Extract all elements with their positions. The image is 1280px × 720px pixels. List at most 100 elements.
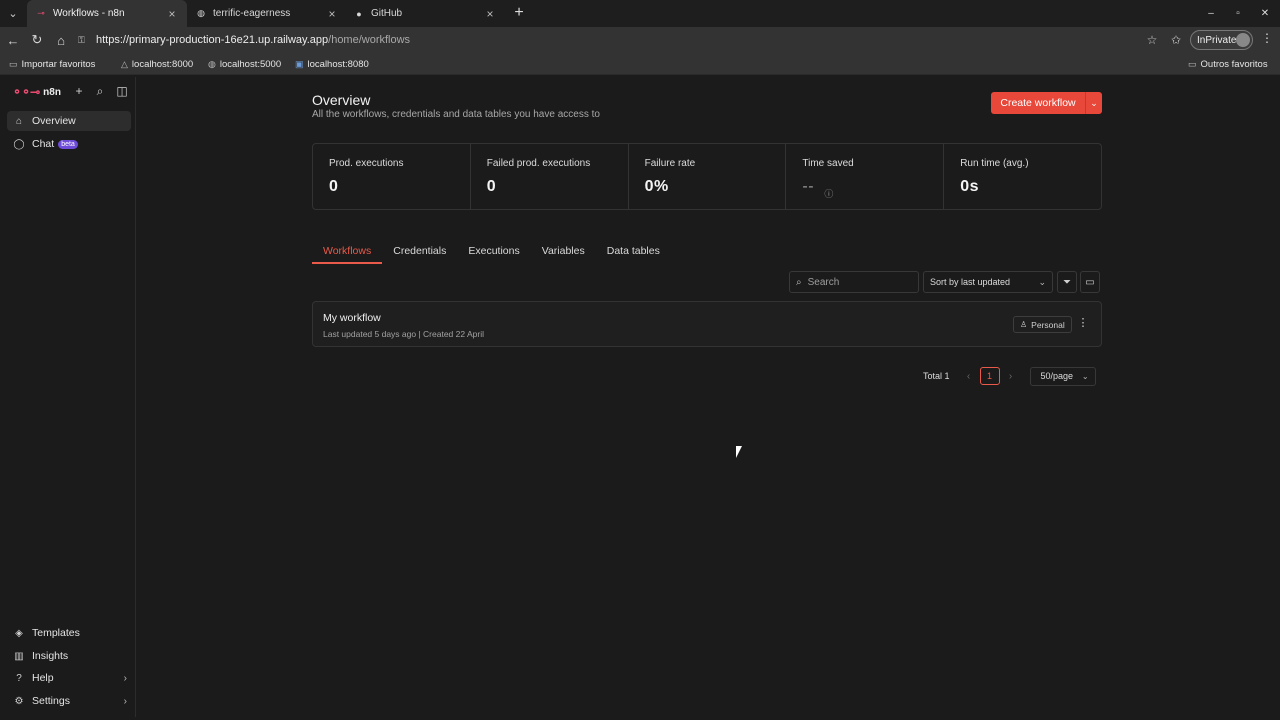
github-favicon-icon: ● [356, 8, 362, 19]
close-tab-icon[interactable]: × [483, 7, 497, 21]
chevron-right-icon[interactable]: › [1004, 371, 1018, 382]
workflow-meta: Last updated 5 days ago | Created 22 Apr… [323, 329, 484, 339]
sidebar-item-help[interactable]: ? Help › [7, 668, 131, 688]
page-subtitle: All the workflows, credentials and data … [312, 109, 600, 120]
bookmarks-bar: ▭ Importar favoritos △ localhost:8000 ◍ loc… [0, 53, 1280, 75]
sidebar-item-overview[interactable]: ⌂ Overview [7, 111, 131, 131]
bookmark-localhost-8080[interactable]: ▣ localhost:8080 [295, 57, 369, 71]
stat-label: Time saved [802, 158, 854, 169]
search-icon[interactable]: ⌕ [92, 83, 108, 99]
create-workflow-button[interactable]: Create workflow ⌄ [991, 92, 1102, 114]
overview-tabs: Workflows Credentials Executions Variabl… [312, 240, 671, 264]
workflow-card[interactable]: My workflow Last updated 5 days ago | Cr… [312, 301, 1102, 347]
folder-plus-icon: ▭ [1085, 276, 1095, 288]
inprivate-label: InPrivate [1197, 34, 1237, 46]
maximize-icon[interactable]: ▫ [1228, 4, 1248, 22]
sort-label: Sort by last updated [930, 277, 1011, 287]
gear-icon: ⚙ [14, 695, 24, 707]
user-icon: ♙ [1020, 320, 1028, 329]
tab-executions[interactable]: Executions [457, 240, 530, 264]
search-input[interactable]: ⌕ Search [789, 271, 919, 293]
tab-data-tables[interactable]: Data tables [596, 240, 671, 264]
bookmark-label: Outros favoritos [1200, 58, 1268, 70]
insights-chart-icon: ▥ [14, 650, 24, 662]
chevron-down-icon[interactable]: ⌄ [1085, 92, 1102, 114]
workflow-name[interactable]: My workflow [323, 312, 381, 324]
browser-tab-bar: ⌄ ⊸ Workflows - n8n × ◍ terrific-eagerne… [0, 0, 1280, 27]
stat-failed-prod-executions[interactable]: Failed prod. executions 0 [471, 144, 629, 209]
sidebar-item-insights[interactable]: ▥ Insights [7, 646, 131, 666]
favorite-star-icon[interactable]: ☆ [1143, 31, 1161, 49]
sidebar-item-label: Overview [32, 115, 76, 127]
close-window-icon[interactable]: ✕ [1255, 4, 1275, 22]
chevron-right-icon: › [123, 695, 127, 707]
url-host: https://primary-production-16e21.up.rail… [96, 34, 329, 46]
owner-badge: ♙ Personal [1013, 316, 1072, 333]
new-folder-button[interactable]: ▭ [1080, 271, 1100, 293]
main-content: Overview All the workflows, credentials … [137, 77, 1280, 717]
stat-time-saved[interactable]: Time saved -- ⓘ [786, 144, 945, 209]
more-options-icon[interactable]: ⋮ [1076, 316, 1090, 333]
stat-prod-executions[interactable]: Prod. executions 0 [313, 144, 471, 209]
postgres-icon: ▣ [295, 58, 304, 69]
chevron-left-icon[interactable]: ‹ [962, 371, 976, 382]
sidebar-item-templates[interactable]: ◈ Templates [7, 623, 131, 643]
address-bar-row: ← ↻ ⌂ ⚿ https://primary-production-16e21… [0, 27, 1280, 53]
filter-icon: ⏷ [1063, 276, 1071, 288]
favorites-icon[interactable]: ✩ [1167, 31, 1185, 49]
page-number[interactable]: 1 [979, 367, 1000, 385]
stat-value: 0 [486, 178, 497, 195]
new-tab-icon[interactable]: + [510, 4, 528, 22]
templates-icon: ◈ [15, 627, 23, 639]
url-field[interactable]: ⚿ https://primary-production-16e21.up.ra… [78, 30, 1186, 50]
filter-button[interactable]: ⏷ [1057, 271, 1077, 293]
beta-badge: beta [58, 139, 78, 149]
stat-value: 0% [644, 178, 669, 195]
page-size-label: 50/page [1040, 371, 1074, 381]
browser-menu-icon[interactable]: ⋮ [1259, 31, 1275, 49]
sidebar-item-label: Settings [32, 695, 70, 707]
n8n-logo-icon: ⚬⚬⊸ [12, 85, 40, 99]
tab-title: GitHub [371, 8, 403, 19]
site-info-icon[interactable]: ⚿ [78, 35, 92, 46]
sidebar-item-chat[interactable]: ◯ Chat beta [7, 134, 131, 154]
tab-list-chevron-icon[interactable]: ⌄ [4, 4, 22, 22]
stat-label: Run time (avg.) [960, 158, 1029, 169]
n8n-favicon-icon: ⊸ [37, 8, 45, 18]
pagination: Total 1 ‹ 1 › 50/page ⌄ [923, 366, 1096, 386]
n8n-logo[interactable]: ⚬⚬⊸ n8n [12, 85, 61, 99]
stat-failure-rate[interactable]: Failure rate 0% [629, 144, 787, 209]
tab-workflows[interactable]: Workflows [312, 240, 383, 264]
folder-icon: ▭ [1188, 58, 1197, 69]
back-icon[interactable]: ← [4, 31, 22, 49]
tab-variables[interactable]: Variables [531, 240, 596, 264]
bookmark-label: Importar favoritos [21, 58, 96, 70]
inprivate-badge[interactable]: InPrivate [1190, 30, 1253, 50]
home-icon[interactable]: ⌂ [52, 31, 70, 49]
browser-tab-github[interactable]: ● GitHub × [345, 0, 505, 27]
tab-credentials[interactable]: Credentials [382, 240, 457, 264]
bookmark-localhost-8000[interactable]: △ localhost:8000 [121, 57, 193, 71]
page-size-select[interactable]: 50/page ⌄ [1029, 366, 1096, 386]
sort-select[interactable]: Sort by last updated ⌄ [923, 271, 1053, 293]
collapse-sidebar-icon[interactable]: ◫ [114, 83, 130, 99]
bookmark-localhost-5000[interactable]: ◍ localhost:5000 [208, 57, 281, 71]
minimize-icon[interactable]: – [1201, 4, 1221, 22]
browser-tab-terrific-eagerness[interactable]: ◍ terrific-eagerness × [187, 0, 347, 27]
search-icon: ⌕ [796, 276, 802, 288]
stat-run-time-avg[interactable]: Run time (avg.) 0s [944, 144, 1101, 209]
create-workflow-label: Create workflow [1000, 97, 1076, 109]
bookmark-other-favorites[interactable]: ▭ Outros favoritos [1188, 57, 1268, 71]
search-placeholder: Search [807, 276, 840, 288]
add-icon[interactable]: + [71, 83, 87, 99]
tab-title: terrific-eagerness [213, 8, 291, 19]
browser-tab-workflows[interactable]: ⊸ Workflows - n8n × [27, 0, 187, 27]
info-icon[interactable]: ⓘ [824, 187, 833, 200]
reload-icon[interactable]: ↻ [28, 31, 46, 49]
help-icon: ? [16, 672, 22, 684]
bookmark-import-favorites[interactable]: ▭ Importar favoritos [9, 57, 95, 71]
profile-avatar [1236, 33, 1250, 47]
sidebar-item-settings[interactable]: ⚙ Settings › [7, 691, 131, 711]
close-tab-icon[interactable]: × [165, 7, 179, 21]
close-tab-icon[interactable]: × [325, 7, 339, 21]
